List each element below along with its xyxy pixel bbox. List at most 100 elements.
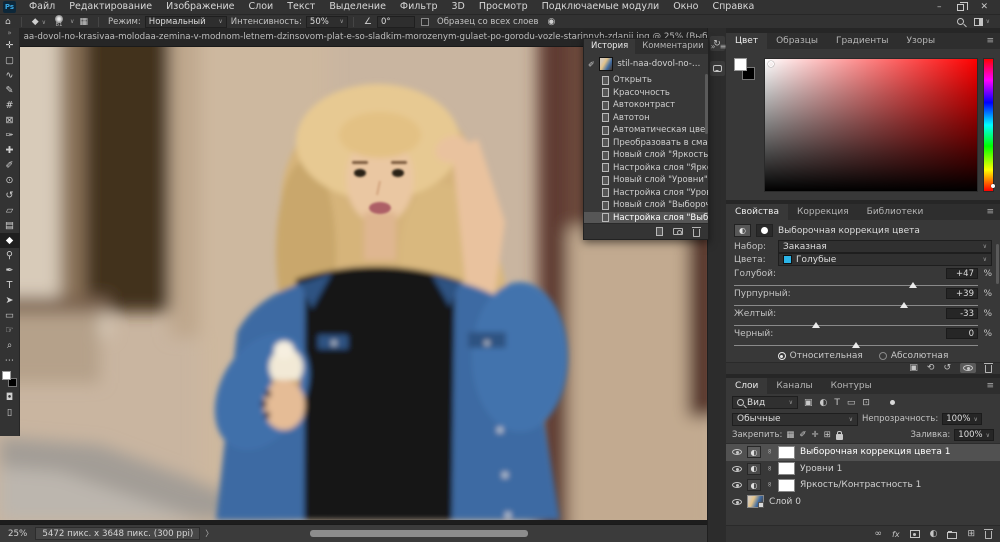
hand-tool[interactable]: ☞ <box>0 323 20 338</box>
colors-dropdown[interactable]: Голубые ∨ <box>778 253 992 266</box>
saturation-brightness-field[interactable] <box>764 58 978 192</box>
menu-file[interactable]: Файл <box>22 0 62 14</box>
tab-history[interactable]: История <box>584 39 635 54</box>
path-selection-tool[interactable]: ➤ <box>0 293 20 308</box>
slider-track[interactable] <box>734 325 978 326</box>
brush-size-picker[interactable]: 81 <box>51 15 67 29</box>
minimize-button[interactable]: – <box>937 0 942 14</box>
toolbar-collapse-icon[interactable]: » <box>7 28 11 38</box>
edit-toolbar-icon[interactable]: ⋯ <box>0 353 20 368</box>
slider-value-field[interactable]: -33 <box>946 308 978 319</box>
adjustment-layer-icon[interactable]: ◐ <box>747 446 761 458</box>
panel-menu-icon[interactable]: ≡ <box>986 36 1000 46</box>
angle-field[interactable]: 0° <box>377 16 415 28</box>
search-icon[interactable] <box>957 18 964 25</box>
eye-icon[interactable] <box>732 499 742 505</box>
close-button[interactable]: ✕ <box>980 0 988 14</box>
status-options-icon[interactable]: 〉 <box>200 528 218 539</box>
tab-comments[interactable]: Комментарии <box>635 39 710 54</box>
layer-name[interactable]: Слой 0 <box>769 497 801 507</box>
history-step[interactable]: Новый слой "Яркость/Контра... <box>584 149 708 162</box>
preset-dropdown[interactable]: Заказная ∨ <box>778 240 992 253</box>
slider-value-field[interactable]: +47 <box>946 268 978 279</box>
history-snapshot-row[interactable]: ✐ stil-naa-dovol-no-krasivaa-mol... <box>584 54 708 74</box>
tab-properties[interactable]: Свойства <box>726 204 788 220</box>
frame-tool[interactable]: ⊠ <box>0 113 20 128</box>
strength-dropdown[interactable]: 50% ∨ <box>306 16 348 28</box>
slider-thumb[interactable] <box>812 322 820 328</box>
history-scrollbar[interactable] <box>705 74 708 134</box>
filter-shape-layers-icon[interactable]: ▭ <box>847 398 856 408</box>
eraser-tool[interactable]: ▱ <box>0 203 20 218</box>
panel-menu-icon[interactable]: ≡ <box>720 42 727 51</box>
menu-plugins[interactable]: Подключаемые модули <box>535 0 667 14</box>
blend-mode-dropdown[interactable]: Обычные ∨ <box>732 413 858 426</box>
foreground-color-swatch[interactable] <box>2 371 11 380</box>
new-adjustment-layer-icon[interactable]: ◐ <box>930 530 938 539</box>
menu-select[interactable]: Выделение <box>322 0 393 14</box>
view-previous-state-icon[interactable]: ⟲ <box>927 364 935 373</box>
history-step[interactable]: Автотон <box>584 112 708 125</box>
delete-state-icon[interactable] <box>693 229 700 237</box>
properties-scrollbar[interactable] <box>996 244 999 284</box>
layer-mask-thumbnail[interactable] <box>778 446 795 459</box>
filter-smart-objects-icon[interactable]: ⊡ <box>862 398 870 408</box>
history-step[interactable]: Новый слой "Выборочная кор... <box>584 199 708 212</box>
history-step[interactable]: Автоконтраст <box>584 99 708 112</box>
workspace-switcher[interactable]: ∨ <box>974 18 990 26</box>
tab-adjustments[interactable]: Коррекция <box>788 204 858 220</box>
healing-brush-tool[interactable]: ✚ <box>0 143 20 158</box>
clip-to-layer-icon[interactable]: ▣ <box>909 364 918 373</box>
mask-link-icon[interactable]: ∞ <box>766 449 774 456</box>
layer-name[interactable]: Уровни 1 <box>800 464 842 474</box>
history-step[interactable]: Красочность <box>584 87 708 100</box>
menu-window[interactable]: Окно <box>666 0 705 14</box>
shape-tool[interactable]: ▭ <box>0 308 20 323</box>
history-brush-tool[interactable]: ↺ <box>0 188 20 203</box>
eye-icon[interactable] <box>732 449 742 455</box>
eye-icon[interactable] <box>732 482 742 488</box>
tab-libraries[interactable]: Библиотеки <box>858 204 933 220</box>
color-cursor[interactable] <box>768 61 774 67</box>
history-step[interactable]: Новый слой "Уровни" <box>584 174 708 187</box>
slider-track[interactable] <box>734 305 978 306</box>
filter-adjustment-layers-icon[interactable]: ◐ <box>820 398 828 408</box>
mask-link-icon[interactable]: ∞ <box>766 482 774 489</box>
fill-field[interactable]: 100% ∨ <box>954 429 994 441</box>
gradient-tool[interactable]: ▤ <box>0 218 20 233</box>
lasso-tool[interactable]: ∿ <box>0 68 20 83</box>
history-step[interactable]: Настройка слоя "Уровни" <box>584 187 708 200</box>
opacity-field[interactable]: 100% ∨ <box>942 413 982 425</box>
pen-tool[interactable]: ✒ <box>0 263 20 278</box>
new-layer-icon[interactable]: ⊞ <box>967 530 975 539</box>
lock-artboard-icon[interactable]: ⊞ <box>824 430 831 440</box>
foreground-color-swatch[interactable] <box>734 58 747 71</box>
crop-tool[interactable]: # <box>0 98 20 113</box>
type-tool[interactable]: T <box>0 278 20 293</box>
blur-tool[interactable]: ◆ <box>0 233 20 248</box>
layer-mask-thumbnail[interactable] <box>778 479 795 492</box>
zoom-level-field[interactable]: 25% <box>0 529 35 539</box>
menu-type[interactable]: Текст <box>280 0 322 14</box>
slider-value-field[interactable]: 0 <box>946 328 978 339</box>
slider-thumb[interactable] <box>900 302 908 308</box>
history-step[interactable]: Автоматическая цветовая ко... <box>584 124 708 137</box>
sample-all-layers-checkbox[interactable] <box>421 18 429 26</box>
lock-all-icon[interactable] <box>836 434 843 440</box>
layer-row-brightness-contrast[interactable]: ◐ ∞ Яркость/Контрастность 1 <box>726 477 1000 494</box>
lock-pixels-icon[interactable]: ✐ <box>799 430 806 440</box>
delete-layer-icon[interactable] <box>985 531 992 539</box>
layer-name[interactable]: Яркость/Контрастность 1 <box>800 480 921 490</box>
clone-stamp-tool[interactable]: ⊙ <box>0 173 20 188</box>
menu-layers[interactable]: Слои <box>241 0 280 14</box>
add-mask-icon[interactable] <box>910 530 920 538</box>
eye-icon[interactable] <box>732 466 742 472</box>
quick-selection-tool[interactable]: ✎ <box>0 83 20 98</box>
filter-type-layers-icon[interactable]: T <box>834 398 840 408</box>
tab-patterns[interactable]: Узоры <box>898 33 945 49</box>
delete-adjustment-icon[interactable] <box>985 365 992 373</box>
menu-3d[interactable]: 3D <box>445 0 472 14</box>
history-step-selected[interactable]: Настройка слоя "Выборочная... <box>584 212 708 224</box>
tab-channels[interactable]: Каналы <box>767 378 821 394</box>
rectangular-marquee-tool[interactable]: ▢ <box>0 53 20 68</box>
